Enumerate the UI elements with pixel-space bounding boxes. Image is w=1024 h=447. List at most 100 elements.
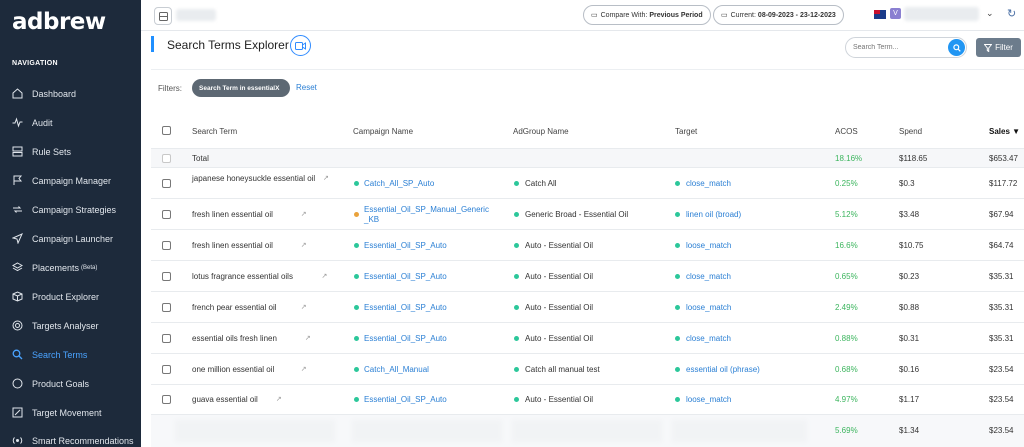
sidebar-item-label: Audit xyxy=(32,117,53,128)
sidebar-item-product-explorer[interactable]: Product Explorer xyxy=(0,282,141,311)
row-checkbox[interactable] xyxy=(162,394,171,404)
row-checkbox[interactable] xyxy=(162,271,171,281)
campaign-name-link[interactable]: Essential_Oil_SP_Auto xyxy=(364,272,447,281)
blurred-account-name xyxy=(176,9,216,21)
video-camera-icon xyxy=(295,41,306,50)
current-date-range-button[interactable]: ▭ Current: 08-09-2023 - 23-12-2023 xyxy=(713,5,844,25)
search-term-cell: essential oils fresh linen xyxy=(192,333,277,343)
target-link[interactable]: loose_match xyxy=(686,241,731,250)
sidebar-item-product-goals[interactable]: Product Goals xyxy=(0,369,141,398)
sales-cell: $117.72 xyxy=(989,178,1018,188)
profile-avatar[interactable]: V xyxy=(890,8,901,19)
trend-chart-icon[interactable]: ↗ xyxy=(301,365,307,373)
column-header-spend[interactable]: Spend xyxy=(899,127,922,136)
active-filter-chip[interactable]: Search Term in essential X xyxy=(192,79,290,97)
acos-cell: 2.49% xyxy=(835,302,858,312)
row-checkbox[interactable] xyxy=(162,364,171,374)
column-header-sales[interactable]: Sales ▼ xyxy=(989,127,1020,136)
trend-chart-icon[interactable]: ↗ xyxy=(276,395,282,403)
chevron-down-icon[interactable]: ⌄ xyxy=(986,8,994,19)
trend-chart-icon[interactable]: ↗ xyxy=(301,241,307,249)
row-checkbox[interactable] xyxy=(162,178,171,188)
search-term-cell: fresh linen essential oil xyxy=(192,240,273,250)
sales-cell: $67.94 xyxy=(989,209,1014,219)
row-checkbox[interactable] xyxy=(162,240,171,250)
search-icon xyxy=(12,349,23,360)
trend-chart-icon[interactable]: ↗ xyxy=(305,334,311,342)
sidebar-item-campaign-strategies[interactable]: Campaign Strategies xyxy=(0,195,141,224)
sidebar-item-campaign-manager[interactable]: Campaign Manager xyxy=(0,166,141,195)
row-checkbox[interactable] xyxy=(162,302,171,312)
beta-badge: (Beta) xyxy=(81,264,98,271)
sidebar-item-rule-sets[interactable]: Rule Sets xyxy=(0,137,141,166)
campaign-name-link[interactable]: Essential_Oil_SP_Manual_Generic_KB xyxy=(364,205,492,225)
sort-desc-icon: ▼ xyxy=(1012,127,1021,136)
brand-logo[interactable]: adbrew xyxy=(12,9,106,35)
trend-chart-icon[interactable]: ↗ xyxy=(301,210,307,218)
target-link[interactable]: close_match xyxy=(686,272,731,281)
compare-period-button[interactable]: ▭ Compare With: Previous Period xyxy=(583,5,711,25)
sidebar-item-placements[interactable]: Placements (Beta) xyxy=(0,253,141,282)
layers-icon xyxy=(12,262,23,273)
send-icon xyxy=(12,233,23,244)
page-title: Search Terms Explorer xyxy=(167,38,289,52)
adgroup-name-cell: Catch All xyxy=(525,178,557,188)
column-header-adgroup-name[interactable]: AdGroup Name xyxy=(513,127,569,136)
column-header-campaign-name[interactable]: Campaign Name xyxy=(353,127,413,136)
row-checkbox[interactable] xyxy=(162,209,171,219)
sidebar-item-label: Smart Recommendations xyxy=(32,435,134,446)
sidebar-item-target-movement[interactable]: Target Movement xyxy=(0,398,141,427)
campaign-name-link[interactable]: Essential_Oil_SP_Auto xyxy=(364,241,447,250)
sidebar-toggle-button[interactable] xyxy=(154,7,172,25)
target-link[interactable]: linen oil (broad) xyxy=(686,210,741,219)
sidebar-item-dashboard[interactable]: Dashboard xyxy=(0,79,141,108)
current-prefix: Current: xyxy=(730,11,756,19)
radio-icon xyxy=(12,435,23,446)
column-header-acos[interactable]: ACOS xyxy=(835,127,858,136)
trend-chart-icon[interactable]: ↗ xyxy=(322,272,328,280)
campaign-name-link[interactable]: Essential_Oil_SP_Auto xyxy=(364,395,447,404)
topbar: ▭ Compare With: Previous Period ▭ Curren… xyxy=(141,0,1024,31)
target-link[interactable]: loose_match xyxy=(686,303,731,312)
refresh-icon[interactable]: ↻ xyxy=(1007,7,1016,20)
target-status-dot xyxy=(675,211,680,217)
select-all-checkbox[interactable] xyxy=(162,126,171,135)
calendar-icon: ▭ xyxy=(591,12,598,19)
target-link[interactable]: essential oil (phrase) xyxy=(686,365,760,374)
sidebar-item-targets-analyser[interactable]: Targets Analyser xyxy=(0,311,141,340)
sidebar-item-campaign-launcher[interactable]: Campaign Launcher xyxy=(0,224,141,253)
reset-filters-link[interactable]: Reset xyxy=(296,83,317,92)
active-filter-text: Search Term in essential xyxy=(199,84,276,92)
trend-chart-icon[interactable]: ↗ xyxy=(301,303,307,311)
acos-cell: 0.68% xyxy=(835,364,858,374)
row-checkbox[interactable] xyxy=(162,333,171,343)
target-link[interactable]: loose_match xyxy=(686,395,731,404)
current-value: 08-09-2023 - 23-12-2023 xyxy=(757,11,836,19)
sidebar-item-smart-recommendations[interactable]: Smart Recommendations xyxy=(0,426,141,447)
target-link[interactable]: close_match xyxy=(686,179,731,188)
sidebar-item-search-terms[interactable]: Search Terms xyxy=(0,340,141,369)
target-icon xyxy=(12,320,23,331)
campaign-name-link[interactable]: Catch_All_Manual xyxy=(364,365,429,374)
partial-row-acos: 5.69% xyxy=(835,426,858,435)
search-button[interactable] xyxy=(948,39,965,56)
box-icon xyxy=(12,291,23,302)
sidebar-item-label: Product Goals xyxy=(32,378,90,389)
trend-chart-icon[interactable]: ↗ xyxy=(323,174,329,182)
filter-button[interactable]: Filter xyxy=(976,38,1021,57)
sidebar-item-label: Campaign Manager xyxy=(32,175,112,186)
campaign-status-dot xyxy=(354,335,359,341)
campaign-name-link[interactable]: Essential_Oil_SP_Auto xyxy=(364,334,447,343)
target-link[interactable]: close_match xyxy=(686,334,731,343)
campaign-status-dot xyxy=(354,366,359,372)
column-header-search-term[interactable]: Search Term xyxy=(192,127,237,136)
campaign-name-link[interactable]: Catch_All_SP_Auto xyxy=(364,179,434,188)
sidebar-item-audit[interactable]: Audit xyxy=(0,108,141,137)
campaign-name-link[interactable]: Essential_Oil_SP_Auto xyxy=(364,303,447,312)
video-tutorial-button[interactable] xyxy=(290,35,311,56)
sales-cell: $23.54 xyxy=(989,364,1014,374)
column-header-target[interactable]: Target xyxy=(675,127,697,136)
search-term-cell: japanese honeysuckle essential oil xyxy=(192,173,316,183)
campaign-status-dot xyxy=(354,304,359,310)
close-icon[interactable]: X xyxy=(275,85,279,92)
